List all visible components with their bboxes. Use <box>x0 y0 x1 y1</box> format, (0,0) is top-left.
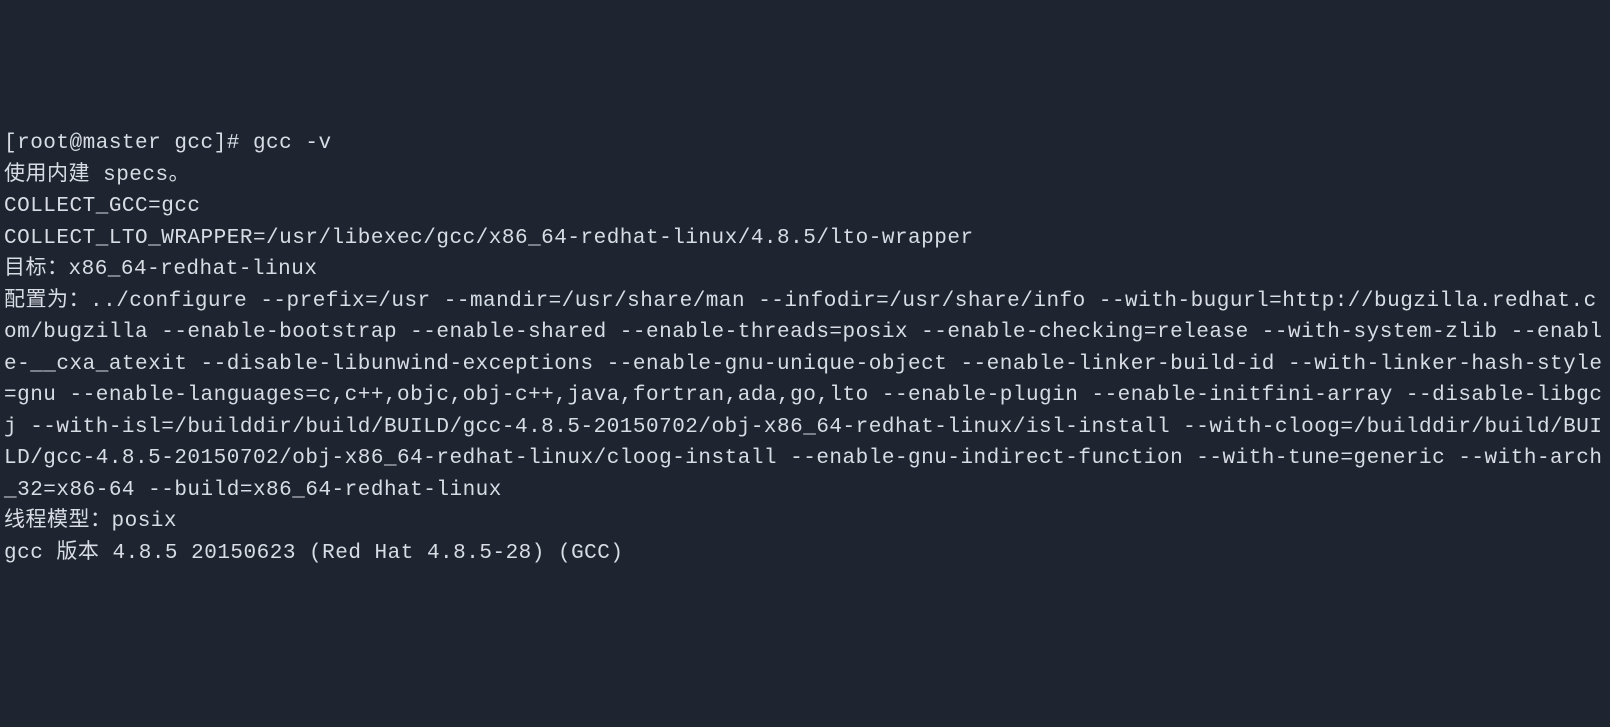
terminal-output[interactable]: [root@master gcc]# gcc -v 使用内建 specs。 CO… <box>4 128 1606 569</box>
